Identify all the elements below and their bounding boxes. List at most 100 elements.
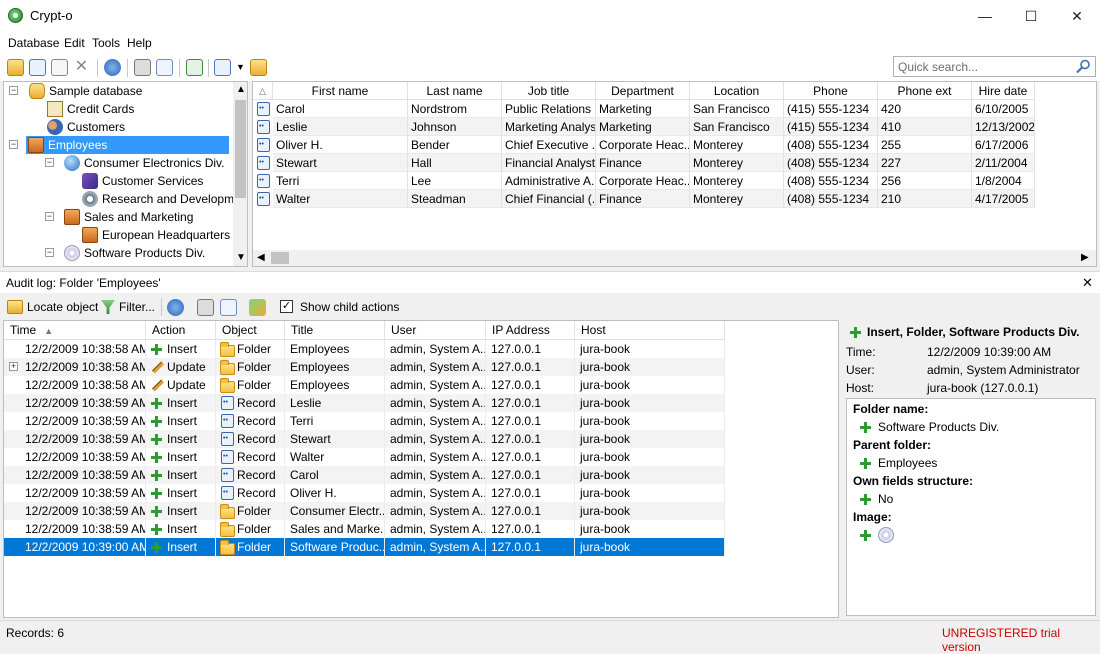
collapse-toggle[interactable]: − xyxy=(45,158,54,167)
minimize-button[interactable]: — xyxy=(962,0,1008,32)
table-cell[interactable]: 6/17/2006 xyxy=(972,136,1035,154)
table-cell[interactable]: Stewart xyxy=(285,430,385,448)
tree-item-credit-cards[interactable]: Credit Cards xyxy=(7,100,232,118)
table-cell[interactable]: Oliver H. xyxy=(285,484,385,502)
grid-scrollbar[interactable]: ◀ ▶ xyxy=(253,250,1096,266)
table-cell[interactable]: admin, System A... xyxy=(385,502,486,520)
table-cell[interactable]: admin, System A... xyxy=(385,394,486,412)
collapse-toggle[interactable]: − xyxy=(9,140,18,149)
table-cell[interactable]: 2/11/2004 xyxy=(972,154,1035,172)
table-cell[interactable]: Record xyxy=(216,430,285,448)
filter-icon[interactable] xyxy=(101,300,115,314)
table-cell[interactable]: jura-book xyxy=(575,412,725,430)
table-cell[interactable]: Update xyxy=(146,358,216,376)
table-cell[interactable]: Nordstrom xyxy=(408,100,502,118)
table-cell[interactable]: jura-book xyxy=(575,502,725,520)
chevron-left-icon[interactable]: ◀ xyxy=(257,252,265,263)
table-cell[interactable]: (408) 555-1234 xyxy=(784,172,878,190)
table-cell[interactable]: 12/2/2009 10:38:58 AM xyxy=(4,340,146,358)
col-action[interactable]: Action xyxy=(146,321,216,340)
table-cell[interactable]: Update xyxy=(146,376,216,394)
table-cell[interactable]: 12/2/2009 10:38:59 AM xyxy=(4,394,146,412)
table-cell[interactable]: jura-book xyxy=(575,358,725,376)
table-cell[interactable]: admin, System A... xyxy=(385,538,486,556)
table-cell[interactable]: Lee xyxy=(408,172,502,190)
table-cell[interactable]: Record xyxy=(216,448,285,466)
col-department[interactable]: Department xyxy=(596,82,690,100)
new-folder-icon[interactable] xyxy=(7,59,24,76)
table-cell[interactable]: 127.0.0.1 xyxy=(486,412,575,430)
table-cell[interactable]: Johnson xyxy=(408,118,502,136)
table-cell[interactable]: admin, System A... xyxy=(385,340,486,358)
table-cell[interactable]: Folder xyxy=(216,538,285,556)
edit-icon[interactable] xyxy=(51,59,68,76)
table-cell[interactable]: 127.0.0.1 xyxy=(486,538,575,556)
table-cell[interactable]: Carol xyxy=(273,100,408,118)
tree-item-consumer-electronics[interactable]: − Consumer Electronics Div. xyxy=(7,154,232,172)
chevron-up-icon[interactable]: ▲ xyxy=(236,84,246,95)
table-cell[interactable]: jura-book xyxy=(575,376,725,394)
table-cell[interactable]: Monterey xyxy=(690,154,784,172)
table-cell[interactable]: Carol xyxy=(285,466,385,484)
table-cell[interactable]: admin, System A... xyxy=(385,466,486,484)
col-host[interactable]: Host xyxy=(575,321,725,340)
table-cell[interactable]: admin, System A... xyxy=(385,358,486,376)
table-cell[interactable]: 127.0.0.1 xyxy=(486,430,575,448)
table-cell[interactable]: Folder xyxy=(216,340,285,358)
table-cell[interactable]: Folder xyxy=(216,520,285,538)
table-cell[interactable]: Insert xyxy=(146,430,216,448)
table-cell[interactable]: Finance xyxy=(596,154,690,172)
show-child-actions-checkbox[interactable]: ✓ xyxy=(280,300,293,313)
table-cell[interactable]: 127.0.0.1 xyxy=(486,448,575,466)
chevron-down-icon[interactable]: ▼ xyxy=(236,252,246,263)
audit-log-grid[interactable]: Time ▲ Action Object Title User IP Addres… xyxy=(3,320,839,618)
table-cell[interactable]: admin, System A... xyxy=(385,376,486,394)
table-cell[interactable]: 255 xyxy=(878,136,972,154)
table-cell[interactable]: 12/2/2009 10:38:59 AM xyxy=(4,430,146,448)
table-cell[interactable]: Employees xyxy=(285,340,385,358)
tree-item-european-hq[interactable]: European Headquarters xyxy=(7,226,232,244)
table-cell[interactable]: Walter xyxy=(273,190,408,208)
table-cell[interactable]: Insert xyxy=(146,412,216,430)
table-cell[interactable]: Record xyxy=(216,394,285,412)
table-cell[interactable]: 12/2/2009 10:38:58 AM xyxy=(4,358,146,376)
table-cell[interactable]: Software Produc... xyxy=(285,538,385,556)
copy-icon[interactable] xyxy=(214,59,231,76)
table-cell[interactable]: 127.0.0.1 xyxy=(486,394,575,412)
col-title[interactable]: Title xyxy=(285,321,385,340)
table-cell[interactable]: jura-book xyxy=(575,340,725,358)
table-cell[interactable]: Record xyxy=(216,466,285,484)
table-cell[interactable]: 6/10/2005 xyxy=(972,100,1035,118)
table-cell[interactable]: Insert xyxy=(146,394,216,412)
table-cell[interactable]: 256 xyxy=(878,172,972,190)
table-cell[interactable]: Chief Executive ... xyxy=(502,136,596,154)
col-last-name[interactable]: Last name xyxy=(408,82,502,100)
table-cell[interactable]: 12/2/2009 10:38:59 AM xyxy=(4,448,146,466)
menu-tools[interactable]: Tools xyxy=(92,36,120,50)
table-cell[interactable]: 127.0.0.1 xyxy=(486,340,575,358)
lock-icon[interactable] xyxy=(250,59,267,76)
col-user[interactable]: User xyxy=(385,321,486,340)
table-cell[interactable]: 12/13/2002 xyxy=(972,118,1035,136)
records-grid[interactable]: △ First name Last name Job title Departm… xyxy=(252,81,1097,267)
table-cell[interactable]: jura-book xyxy=(575,538,725,556)
table-cell[interactable]: (408) 555-1234 xyxy=(784,190,878,208)
table-cell[interactable]: Monterey xyxy=(690,190,784,208)
table-cell[interactable]: Hall xyxy=(408,154,502,172)
tree-item-customer-services[interactable]: Customer Services xyxy=(7,172,232,190)
tree-scrollbar[interactable]: ▲ ▼ xyxy=(233,82,247,266)
table-cell[interactable]: Administrative A... xyxy=(502,172,596,190)
table-cell[interactable]: 12/2/2009 10:38:59 AM xyxy=(4,412,146,430)
tree-item-customers[interactable]: Customers xyxy=(7,118,232,136)
sort-indicator-icon[interactable]: △ xyxy=(253,82,273,100)
locate-object-button[interactable]: Locate object xyxy=(27,300,98,314)
table-cell[interactable]: Steadman xyxy=(408,190,502,208)
col-first-name[interactable]: First name xyxy=(273,82,408,100)
table-cell[interactable]: Insert xyxy=(146,448,216,466)
col-job-title[interactable]: Job title xyxy=(502,82,596,100)
table-cell[interactable]: Chief Financial (... xyxy=(502,190,596,208)
table-cell[interactable]: Folder xyxy=(216,358,285,376)
table-cell[interactable]: jura-book xyxy=(575,430,725,448)
table-cell[interactable]: Insert xyxy=(146,484,216,502)
collapse-toggle[interactable]: − xyxy=(9,86,18,95)
